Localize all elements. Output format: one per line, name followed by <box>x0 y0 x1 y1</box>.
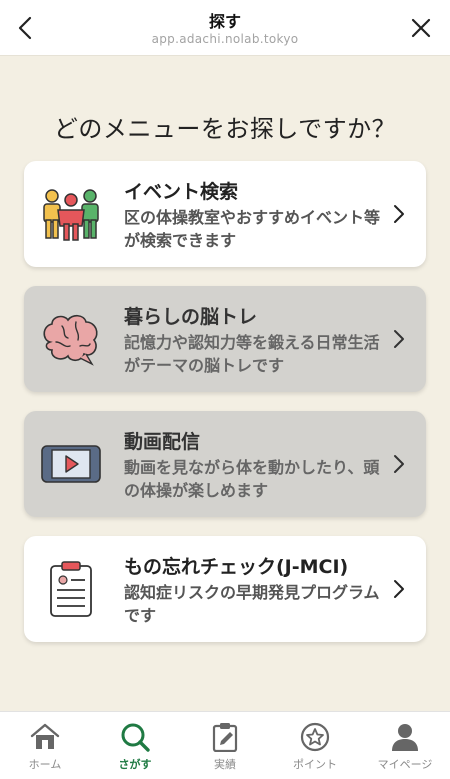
close-icon <box>411 18 431 38</box>
menu-card-video-streaming[interactable]: 動画配信 動画を見ながら体を動かしたり、頭の体操が楽しめます <box>24 411 426 517</box>
menu-card-event-search[interactable]: イベント検索 区の体操教室やおすすめイベント等が検索できます <box>24 161 426 267</box>
card-title: 暮らしの脳トレ <box>124 306 258 328</box>
nav-label: マイページ <box>377 758 433 771</box>
menu-card-forgetfulness-check[interactable]: もの忘れチェック(J-MCI) 認知症リスクの早期発見プログラムです <box>24 536 426 642</box>
chevron-right-icon <box>394 580 404 598</box>
video-player-icon <box>40 433 102 495</box>
clipboard-pen-icon <box>209 721 241 753</box>
nav-item-home[interactable]: ホーム <box>0 712 90 779</box>
user-icon <box>389 721 421 753</box>
nav-item-points[interactable]: ポイント <box>270 712 360 779</box>
nav-label: 実績 <box>214 758 236 771</box>
nav-label: さがす <box>118 758 152 771</box>
star-coin-icon <box>299 721 331 753</box>
nav-item-mypage[interactable]: マイページ <box>360 712 450 779</box>
card-description: 区の体操教室やおすすめイベント等が検索できます <box>124 208 381 250</box>
search-icon <box>119 721 151 753</box>
page-url: app.adachi.nolab.tokyo <box>151 32 299 46</box>
nav-item-achievements[interactable]: 実績 <box>180 712 270 779</box>
main-content: どのメニューをお探しですか？ イベント検索 区の体操教室やおすすめイベント等が検… <box>0 57 450 711</box>
home-icon <box>29 721 61 753</box>
clipboard-icon <box>40 558 102 620</box>
chevron-right-icon <box>394 205 404 223</box>
card-title: 動画配信 <box>124 431 201 453</box>
bottom-navigation: ホーム さがす 実績 ポイント マイページ <box>0 711 450 779</box>
people-icon <box>40 183 102 245</box>
nav-item-search[interactable]: さがす <box>90 712 180 779</box>
brain-icon <box>40 308 102 370</box>
nav-label: ホーム <box>28 758 62 771</box>
card-title: もの忘れチェック(J-MCI) <box>124 556 349 578</box>
card-description: 認知症リスクの早期発見プログラムです <box>124 583 380 625</box>
app-header: 探す app.adachi.nolab.tokyo <box>0 0 450 56</box>
close-button[interactable] <box>406 12 436 44</box>
nav-label: ポイント <box>293 758 337 771</box>
card-description: 記憶力や認知力等を鍛える日常生活がテーマの脳トレです <box>124 333 380 375</box>
chevron-right-icon <box>394 330 404 348</box>
card-title: イベント検索 <box>124 181 239 203</box>
menu-question-heading: どのメニューをお探しですか？ <box>53 115 397 143</box>
card-description: 動画を見ながら体を動かしたり、頭の体操が楽しめます <box>124 458 380 500</box>
chevron-right-icon <box>394 455 404 473</box>
menu-card-brain-training[interactable]: 暮らしの脳トレ 記憶力や認知力等を鍛える日常生活がテーマの脳トレです <box>24 286 426 392</box>
page-title: 探す <box>208 12 241 31</box>
